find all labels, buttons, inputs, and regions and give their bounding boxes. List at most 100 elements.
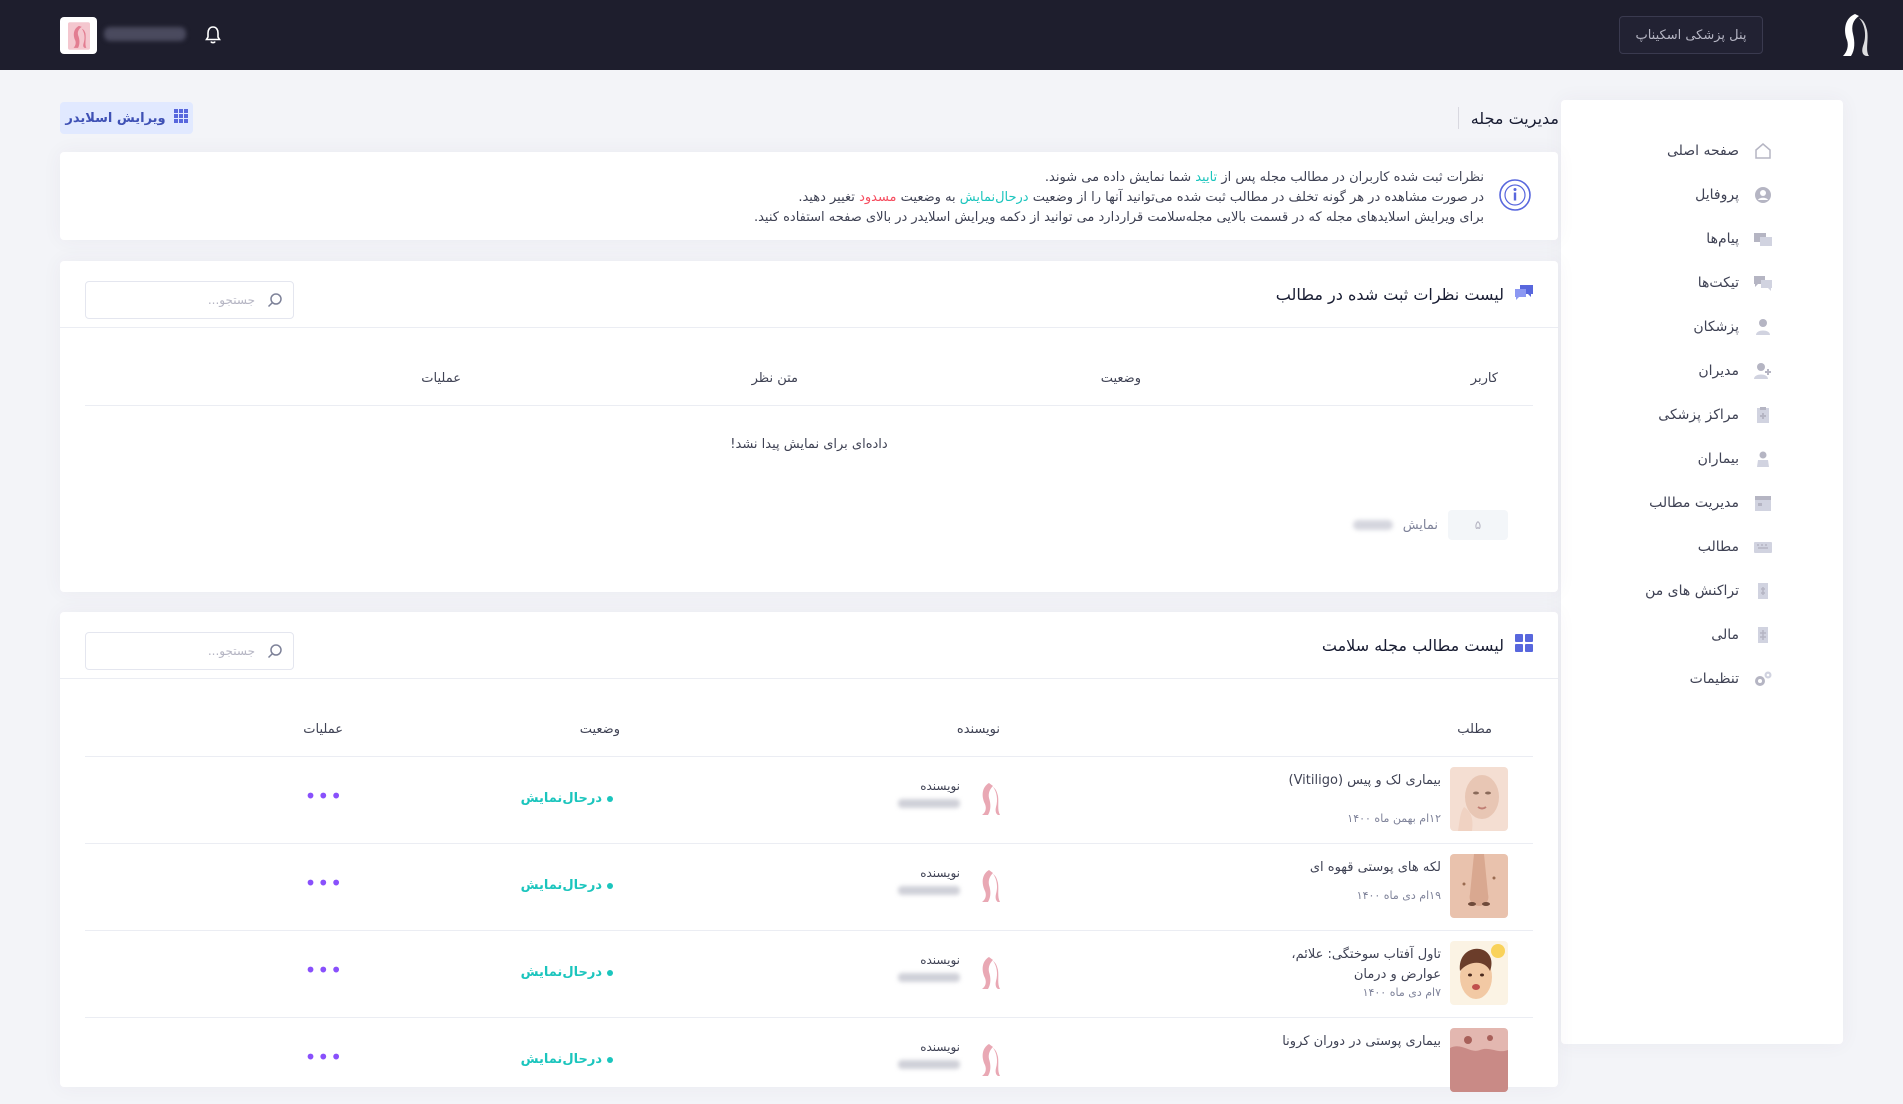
sidebar-item-articles[interactable]: مطالب: [1573, 532, 1773, 562]
author-label: نویسنده: [920, 1040, 960, 1054]
pager-info-blurred: [1352, 520, 1393, 530]
sidebar-item-admins[interactable]: مدیران: [1573, 356, 1773, 386]
settings-icon: [1753, 670, 1773, 688]
status-badge[interactable]: درحال‌نمایش: [521, 965, 613, 980]
sidebar-item-profile[interactable]: پروفایل: [1573, 180, 1773, 210]
articles-card: لیست مطالب مجله سلامت مطلب نویسنده وضعیت…: [60, 612, 1558, 1092]
patient-icon: [1753, 450, 1773, 468]
tickets-icon: [1753, 274, 1773, 292]
search-icon: [267, 292, 283, 308]
sidebar-item-settings[interactable]: تنظیمات: [1573, 664, 1773, 694]
status-badge[interactable]: درحال‌نمایش: [521, 1052, 613, 1067]
bell-icon[interactable]: [204, 25, 222, 45]
status-badge[interactable]: درحال‌نمایش: [521, 878, 613, 893]
grid-icon: [1514, 634, 1534, 656]
receipt-icon: [1753, 582, 1773, 600]
sidebar-item-label: تیکت‌ها: [1697, 275, 1739, 291]
edit-slider-button[interactable]: ویرایش اسلایدر: [60, 102, 193, 134]
author-name-blurred: [898, 886, 960, 895]
articles-search-input[interactable]: [86, 633, 293, 669]
col-status[interactable]: وضعیت: [1101, 371, 1141, 386]
table-row[interactable]: تاول آفتاب سوختگی: علائم، عوارض و درمان …: [85, 931, 1533, 1017]
sidebar-item-label: پروفایل: [1695, 187, 1739, 203]
col-actions[interactable]: عملیات: [303, 722, 343, 737]
blocked-highlight: مسدود: [859, 190, 897, 205]
sidebar-item-medical-centers[interactable]: مراکز پزشکی: [1573, 400, 1773, 430]
sidebar-item-doctors[interactable]: پزشکان: [1573, 312, 1773, 342]
sidebar-item-label: مراکز پزشکی: [1658, 407, 1739, 423]
status-badge[interactable]: درحال‌نمایش: [521, 791, 613, 806]
table-row[interactable]: لکه های پوستی قهوه ای ۱۹ام دی ماه ۱۴۰۰ ن…: [85, 844, 1533, 930]
sidebar-item-label: پزشکان: [1693, 319, 1739, 335]
article-title[interactable]: لکه های پوستی قهوه ای: [1281, 858, 1441, 878]
sidebar-item-label: تنظیمات: [1689, 671, 1739, 687]
col-article[interactable]: مطلب: [1457, 722, 1492, 737]
user-name-blurred: [104, 27, 186, 41]
info-card: نظرات ثبت شده کاربران در مطالب مجله پس ا…: [60, 152, 1558, 240]
edit-slider-label: ویرایش اسلایدر: [65, 110, 166, 126]
chat-icon: [1514, 283, 1534, 305]
home-icon: [1753, 142, 1773, 160]
status-dot: [607, 882, 613, 889]
article-title[interactable]: تاول آفتاب سوختگی: علائم، عوارض و درمان: [1281, 945, 1441, 985]
article-thumbnail[interactable]: [1450, 1028, 1508, 1092]
empty-message: داده‌ای برای نمایش پیدا نشد!: [730, 437, 888, 452]
sidebar-item-label: پیام‌ها: [1706, 231, 1739, 247]
comments-search-input[interactable]: [86, 282, 293, 318]
pagination: ۵ نمایش: [1352, 510, 1508, 540]
author-name-blurred: [898, 973, 960, 982]
table-row[interactable]: بیماری لک و پیس (Vitiligo) ۱۲ام بهمن ماه…: [85, 757, 1533, 843]
col-status[interactable]: وضعیت: [580, 722, 620, 737]
page-size-select[interactable]: ۵: [1448, 510, 1508, 540]
article-title[interactable]: بیماری لک و پیس (Vitiligo): [1281, 771, 1442, 791]
more-actions-icon[interactable]: •••: [305, 786, 343, 806]
status-dot: [607, 969, 613, 976]
author-avatar: [977, 868, 1003, 904]
col-actions[interactable]: عملیات: [421, 371, 461, 386]
author-label: نویسنده: [920, 866, 960, 880]
avatar[interactable]: [60, 17, 97, 54]
user-circle-icon: [1753, 186, 1773, 204]
divider: [85, 405, 1533, 406]
sidebar-item-content-management[interactable]: مدیریت مطالب: [1573, 488, 1773, 518]
sidebar-item-finance[interactable]: مالی: [1573, 620, 1773, 650]
article-thumbnail[interactable]: [1450, 941, 1508, 1005]
sidebar-item-label: صفحه اصلی: [1666, 143, 1739, 159]
divider: [60, 678, 1558, 679]
table-row[interactable]: بیماری پوستی در دوران کرونا نویسنده درحا…: [85, 1018, 1533, 1104]
sidebar-item-label: بیماران: [1697, 451, 1739, 467]
comments-card: لیست نظرات ثبت شده در مطالب کاربر وضعیت …: [60, 261, 1558, 592]
more-actions-icon[interactable]: •••: [305, 960, 343, 980]
calendar-icon: [1753, 494, 1773, 512]
sidebar-item-patients[interactable]: بیماران: [1573, 444, 1773, 474]
col-author[interactable]: نویسنده: [957, 722, 1000, 737]
sidebar-item-home[interactable]: صفحه اصلی: [1573, 136, 1773, 166]
more-actions-icon[interactable]: •••: [305, 873, 343, 893]
sidebar-item-tickets[interactable]: تیکت‌ها: [1573, 268, 1773, 298]
clipboard-icon: [1753, 406, 1773, 424]
author-avatar: [977, 781, 1003, 817]
col-comment[interactable]: متن نظر: [752, 371, 798, 386]
top-bar: پنل پزشکی اسکیناپ: [0, 0, 1903, 70]
sidebar: صفحه اصلی پروفایل پیام‌ها تیکت‌ها پزشکان…: [1561, 100, 1843, 1044]
author-avatar: [977, 955, 1003, 991]
info-line-3: برای ویرایش اسلایدهای مجله که در قسمت با…: [753, 210, 1484, 225]
status-dot: [607, 1056, 613, 1063]
article-title[interactable]: بیماری پوستی در دوران کرونا: [1281, 1032, 1441, 1052]
comments-search[interactable]: [85, 281, 294, 319]
panel-button[interactable]: پنل پزشکی اسکیناپ: [1619, 16, 1763, 54]
article-thumbnail[interactable]: [1450, 767, 1508, 831]
article-thumbnail[interactable]: [1450, 854, 1508, 918]
more-actions-icon[interactable]: •••: [305, 1047, 343, 1067]
sidebar-item-label: مالی: [1711, 627, 1739, 643]
grid-icon: [173, 109, 188, 127]
sidebar-item-transactions[interactable]: تراکنش های من: [1573, 576, 1773, 606]
info-line-2: در صورت مشاهده در هر گونه تخلف در مطالب …: [798, 190, 1484, 205]
articles-search[interactable]: [85, 632, 294, 670]
sidebar-item-messages[interactable]: پیام‌ها: [1573, 224, 1773, 254]
author-avatar: [977, 1042, 1003, 1078]
logo[interactable]: [1835, 10, 1875, 60]
col-user[interactable]: کاربر: [1471, 371, 1498, 386]
page-title: مدیریت مجله: [1457, 107, 1559, 129]
author-label: نویسنده: [920, 779, 960, 793]
